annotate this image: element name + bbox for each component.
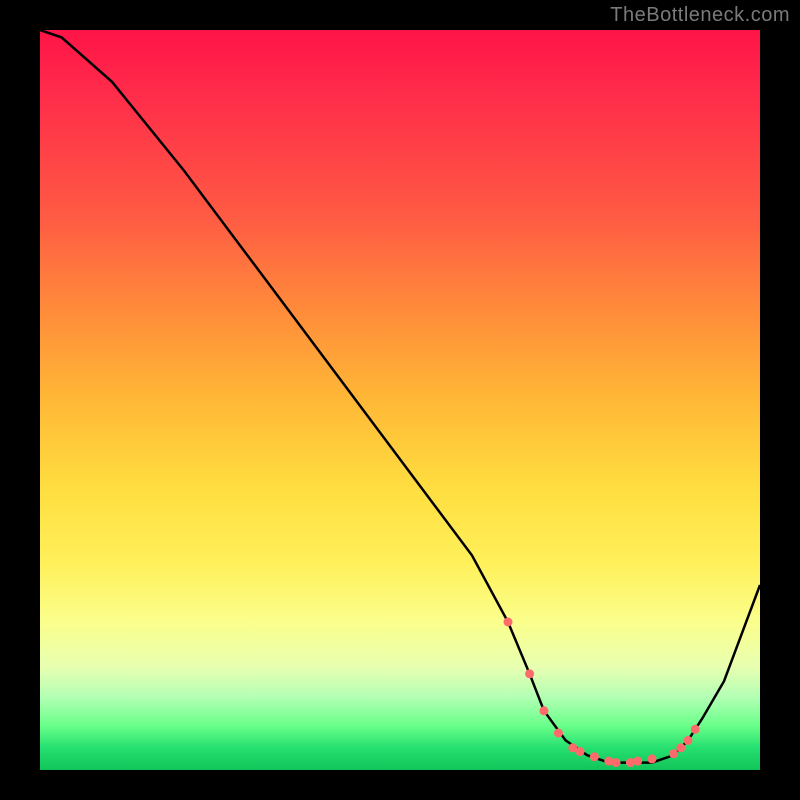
curve-point bbox=[633, 757, 642, 766]
curve-point bbox=[676, 743, 685, 752]
curve-point bbox=[669, 749, 678, 758]
plot-area bbox=[40, 30, 760, 770]
curve-point bbox=[568, 743, 577, 752]
curve-point bbox=[554, 729, 563, 738]
curve-point bbox=[626, 758, 635, 767]
bottleneck-curve bbox=[40, 30, 760, 770]
curve-point bbox=[525, 669, 534, 678]
watermark-label: TheBottleneck.com bbox=[610, 4, 790, 27]
curve-point bbox=[590, 752, 599, 761]
curve-point bbox=[540, 706, 549, 715]
curve-point bbox=[691, 725, 700, 734]
curve-point bbox=[684, 736, 693, 745]
curve-point bbox=[576, 747, 585, 756]
chart-frame: TheBottleneck.com bbox=[0, 0, 800, 800]
curve-point bbox=[648, 754, 657, 763]
curve-point bbox=[604, 757, 613, 766]
curve-point bbox=[612, 758, 621, 767]
curve-point bbox=[504, 618, 513, 627]
